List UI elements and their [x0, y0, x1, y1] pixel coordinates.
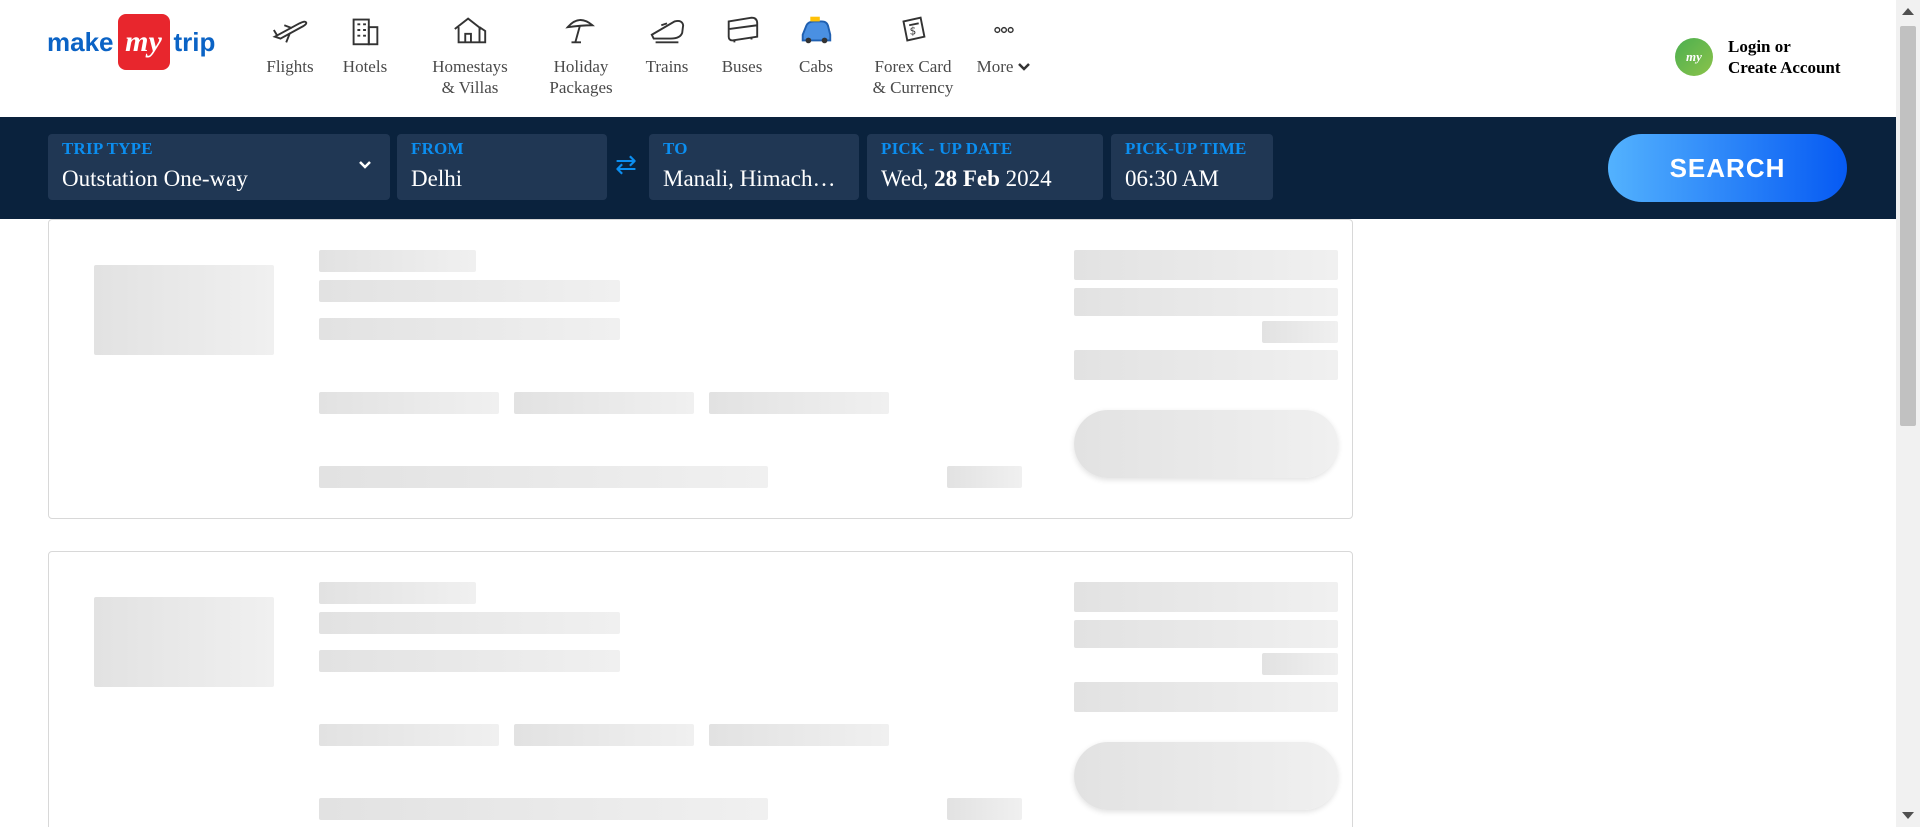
skeleton-line — [1074, 620, 1338, 648]
nav-item-hotels[interactable]: Hotels — [340, 10, 390, 77]
more-dots-icon — [984, 10, 1024, 50]
scrollbar-thumb[interactable] — [1900, 26, 1916, 426]
login-text: Login or Create Account — [1728, 36, 1841, 78]
nav-label-hotels: Hotels — [342, 57, 388, 76]
nav-item-holiday-packages[interactable]: Holiday Packages — [543, 10, 619, 98]
pickup-year: 2024 — [1005, 166, 1052, 191]
nav-label-homestays: Homestays & Villas — [432, 57, 508, 97]
logo-trip-text: trip — [173, 26, 216, 57]
trip-type-label: TRIP TYPE — [62, 139, 153, 158]
skeleton-line — [1074, 350, 1338, 380]
skeleton-line — [319, 612, 620, 634]
product-nav: Flights Hotels Homestays & Villas Holida… — [262, 10, 1034, 102]
skeleton-line — [709, 724, 889, 746]
skeleton-line — [319, 582, 476, 604]
trip-type-value: Outstation One-way — [62, 166, 248, 191]
skeleton-image — [94, 597, 274, 687]
skeleton-line — [1074, 250, 1338, 280]
svg-text:$: $ — [910, 26, 917, 38]
nav-label-cabs: Cabs — [799, 57, 833, 76]
cab-search-widget: TRIP TYPE Outstation One-way FROM Delhi … — [0, 117, 1896, 219]
skeleton-line — [1262, 321, 1338, 343]
cab-icon — [796, 10, 836, 50]
scroll-up-arrow-icon[interactable] — [1902, 8, 1914, 15]
skeleton-line — [319, 798, 768, 820]
login-line-2: Create Account — [1728, 58, 1841, 77]
account-avatar-icon: my — [1675, 38, 1713, 76]
umbrella-icon — [561, 10, 601, 50]
skeleton-line — [1262, 653, 1338, 675]
house-icon — [450, 10, 490, 50]
skeleton-line — [319, 650, 620, 672]
to-value: Manali, Himachal Pradesh — [663, 166, 845, 191]
trip-type-dropdown[interactable]: TRIP TYPE Outstation One-way — [48, 134, 390, 200]
skeleton-line — [319, 392, 499, 414]
loading-result-card — [48, 551, 1353, 827]
skeleton-line — [947, 798, 1022, 820]
skeleton-line — [947, 466, 1022, 488]
airplane-icon — [270, 10, 310, 50]
pickup-date: 28 Feb — [934, 166, 1000, 191]
nav-label-trains: Trains — [645, 57, 689, 76]
skeleton-line — [1074, 582, 1338, 612]
nav-label-more: More — [976, 57, 1014, 76]
chevron-down-icon — [1018, 62, 1031, 71]
swap-cities-icon[interactable]: ⇄ — [612, 151, 640, 179]
from-value: Delhi — [411, 166, 463, 191]
from-label: FROM — [411, 139, 464, 158]
pickup-time-label: PICK-UP TIME — [1125, 139, 1247, 158]
chevron-down-icon — [359, 161, 371, 169]
nav-item-homestays[interactable]: Homestays & Villas — [425, 10, 515, 98]
pickup-date-field[interactable]: PICK - UP DATE Wed, 28 Feb 2024 — [867, 134, 1103, 200]
skeleton-line — [1074, 288, 1338, 316]
skeleton-button — [1074, 410, 1338, 478]
nav-item-more[interactable]: More — [974, 10, 1034, 77]
logo-my-badge: my — [117, 14, 170, 70]
skeleton-line — [319, 280, 620, 302]
pickup-date-label: PICK - UP DATE — [881, 139, 1013, 158]
skeleton-line — [319, 250, 476, 272]
page-scrollbar[interactable] — [1896, 0, 1920, 827]
nav-label-forex: Forex Card & Currency — [872, 57, 954, 97]
skeleton-line — [319, 466, 768, 488]
nav-item-flights[interactable]: Flights — [262, 10, 318, 77]
login-create-account[interactable]: my Login or Create Account — [1675, 36, 1841, 78]
makemytrip-logo[interactable]: make my trip — [47, 14, 215, 70]
nav-item-cabs[interactable]: Cabs — [794, 10, 838, 77]
nav-item-buses[interactable]: Buses — [717, 10, 767, 77]
skeleton-line — [319, 724, 499, 746]
bus-icon — [722, 10, 762, 50]
more-label-row: More — [977, 56, 1032, 77]
top-header: make my trip Flights Hotels Homestays & … — [0, 0, 1896, 117]
pickup-day: Wed, — [881, 166, 929, 191]
search-button[interactable]: SEARCH — [1608, 134, 1847, 202]
nav-item-trains[interactable]: Trains — [641, 10, 693, 77]
to-city-field[interactable]: TO Manali, Himachal Pradesh — [649, 134, 859, 200]
login-line-1: Login or — [1728, 37, 1791, 56]
skeleton-image — [94, 265, 274, 355]
skeleton-line — [514, 724, 694, 746]
nav-item-forex[interactable]: $ Forex Card & Currency — [868, 10, 958, 98]
hotel-building-icon — [345, 10, 385, 50]
pickup-date-value: Wed, 28 Feb 2024 — [881, 164, 1089, 194]
skeleton-line — [1074, 682, 1338, 712]
pickup-time-field[interactable]: PICK-UP TIME 06:30 AM — [1111, 134, 1273, 200]
loading-result-card — [48, 219, 1353, 519]
logo-make-text: make — [47, 26, 114, 57]
skeleton-line — [319, 318, 620, 340]
forex-card-icon: $ — [893, 10, 933, 50]
skeleton-line — [514, 392, 694, 414]
train-icon — [647, 10, 687, 50]
skeleton-line — [709, 392, 889, 414]
nav-label-flights: Flights — [266, 57, 314, 76]
to-label: TO — [663, 139, 688, 158]
nav-label-holiday-packages: Holiday Packages — [549, 57, 613, 97]
nav-label-buses: Buses — [721, 57, 763, 76]
page: make my trip Flights Hotels Homestays & … — [0, 0, 1920, 827]
from-city-field[interactable]: FROM Delhi — [397, 134, 607, 200]
pickup-time-value: 06:30 AM — [1125, 166, 1219, 191]
scroll-down-arrow-icon[interactable] — [1902, 812, 1914, 819]
skeleton-button — [1074, 742, 1338, 810]
